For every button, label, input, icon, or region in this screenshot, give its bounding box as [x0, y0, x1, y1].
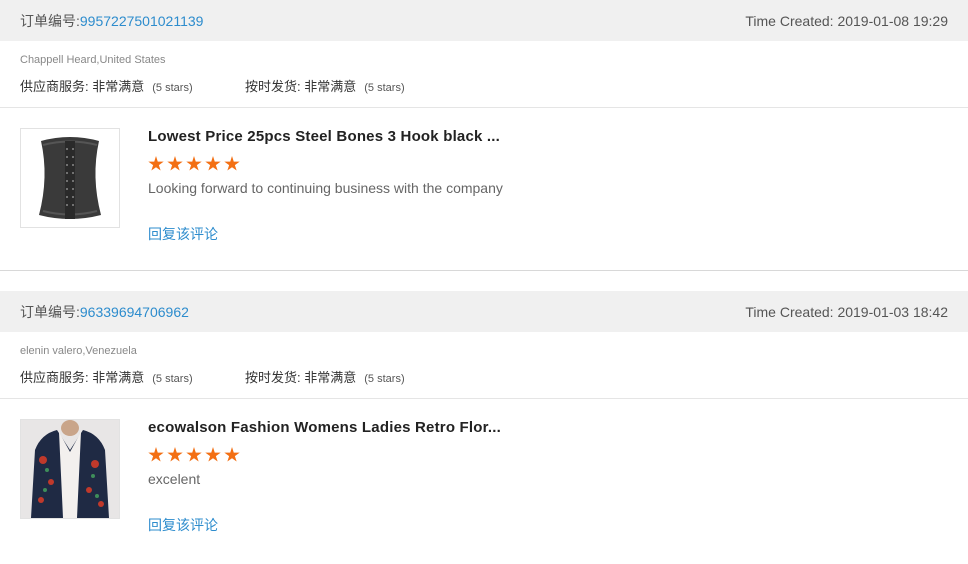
star-icon — [148, 447, 164, 462]
star-icon — [205, 156, 221, 171]
order-label: 订单编号: — [20, 303, 80, 320]
service-value: 非常满意 — [92, 79, 145, 94]
order-number-link[interactable]: 96339694706962 — [80, 304, 189, 320]
buyer-info: Chappell Heard,United States 供应商服务: 非常满意… — [0, 41, 968, 108]
service-rating: 供应商服务: 非常满意 (5 stars) — [20, 367, 245, 386]
corset-image-icon — [21, 129, 119, 227]
order-separator — [0, 270, 968, 291]
jacket-image-icon — [21, 420, 119, 518]
reply-review-link[interactable]: 回复该评论 — [148, 515, 501, 535]
time-label: Time Created: — [745, 303, 834, 320]
shipping-stars-text: (5 stars) — [364, 373, 405, 385]
order-card: 订单编号:9957227501021139 Time Created: 2019… — [0, 0, 968, 270]
time-value: 2019-01-03 18:42 — [837, 303, 948, 320]
product-title[interactable]: Lowest Price 25pcs Steel Bones 3 Hook bl… — [148, 128, 503, 146]
time-created: Time Created: 2019-01-03 18:42 — [745, 304, 948, 320]
review-text: excelent — [148, 471, 201, 487]
order-number-row: 订单编号:9957227501021139 — [20, 11, 203, 31]
order-label: 订单编号: — [20, 12, 80, 29]
shipping-value: 非常满意 — [304, 79, 357, 94]
review-text: Looking forward to continuing business w… — [148, 180, 503, 196]
service-stars-text: (5 stars) — [152, 373, 193, 385]
review-detail: ecowalson Fashion Womens Ladies Retro Fl… — [148, 419, 501, 561]
review-detail: Lowest Price 25pcs Steel Bones 3 Hook bl… — [148, 128, 503, 270]
shipping-rating: 按时发货: 非常满意 (5 stars) — [245, 76, 470, 95]
service-label: 供应商服务: — [20, 370, 89, 385]
service-stars-text: (5 stars) — [152, 82, 193, 94]
service-value: 非常满意 — [92, 370, 145, 385]
star-rating — [148, 156, 503, 172]
order-header: 订单编号:9957227501021139 Time Created: 2019… — [0, 0, 968, 41]
seller-ratings: 供应商服务: 非常满意 (5 stars) 按时发货: 非常满意 (5 star… — [20, 76, 948, 95]
order-header: 订单编号:96339694706962 Time Created: 2019-0… — [0, 291, 968, 332]
order-number-link[interactable]: 9957227501021139 — [80, 13, 204, 29]
buyer-name: Chappell Heard,United States — [20, 54, 166, 66]
time-value: 2019-01-08 19:29 — [837, 12, 948, 29]
star-icon — [148, 156, 164, 171]
service-rating: 供应商服务: 非常满意 (5 stars) — [20, 76, 245, 95]
star-icon — [167, 447, 183, 462]
service-label: 供应商服务: — [20, 79, 89, 94]
shipping-label: 按时发货: — [245, 79, 301, 94]
time-label: Time Created: — [745, 12, 834, 29]
star-icon — [167, 156, 183, 171]
order-card: 订单编号:96339694706962 Time Created: 2019-0… — [0, 291, 968, 561]
reply-review-link[interactable]: 回复该评论 — [148, 224, 503, 244]
star-rating — [148, 447, 501, 463]
buyer-name: elenin valero,Venezuela — [20, 345, 137, 357]
shipping-rating: 按时发货: 非常满意 (5 stars) — [245, 367, 470, 386]
buyer-info: elenin valero,Venezuela 供应商服务: 非常满意 (5 s… — [0, 332, 968, 399]
star-icon — [186, 447, 202, 462]
star-icon — [224, 156, 240, 171]
product-thumbnail[interactable] — [20, 419, 120, 519]
shipping-value: 非常满意 — [304, 370, 357, 385]
star-icon — [224, 447, 240, 462]
star-icon — [186, 156, 202, 171]
seller-ratings: 供应商服务: 非常满意 (5 stars) 按时发货: 非常满意 (5 star… — [20, 367, 948, 386]
shipping-label: 按时发货: — [245, 370, 301, 385]
time-created: Time Created: 2019-01-08 19:29 — [745, 13, 948, 29]
product-thumbnail[interactable] — [20, 128, 120, 228]
product-review: Lowest Price 25pcs Steel Bones 3 Hook bl… — [0, 108, 968, 270]
star-icon — [205, 447, 221, 462]
order-number-row: 订单编号:96339694706962 — [20, 302, 189, 322]
shipping-stars-text: (5 stars) — [364, 82, 405, 94]
product-review: ecowalson Fashion Womens Ladies Retro Fl… — [0, 399, 968, 561]
product-title[interactable]: ecowalson Fashion Womens Ladies Retro Fl… — [148, 419, 501, 437]
